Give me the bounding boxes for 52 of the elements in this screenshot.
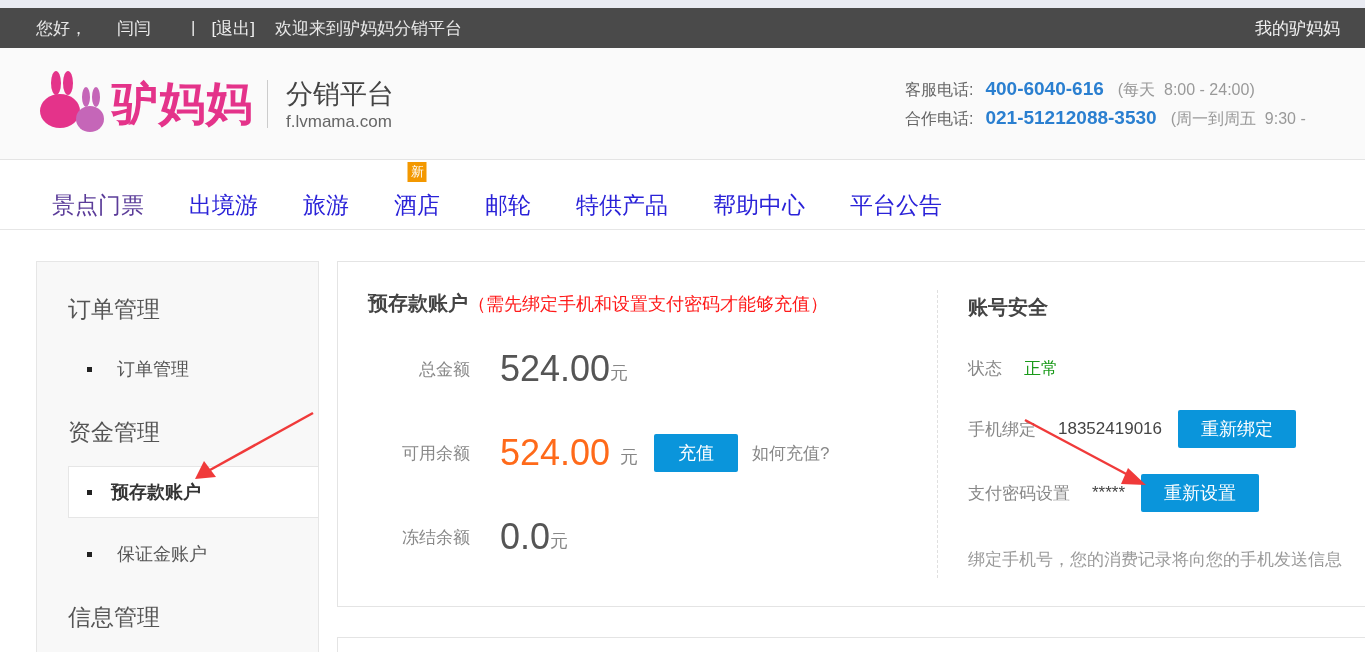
nav-link[interactable]: 旅游 [303,190,349,221]
sidebar-item[interactable]: 预存款账户 [68,466,318,518]
phone-number: 021-51212088-3530 [985,106,1157,129]
currency-unit: 元 [550,530,569,553]
nav-link[interactable]: 帮助中心 [713,190,805,221]
my-account-link[interactable]: 我的驴妈妈 [1255,16,1340,40]
sidebar-item[interactable]: 订单管理 [68,343,318,395]
balance-amount: 524.00 [500,432,611,474]
status-value: 正常 [1024,358,1058,380]
sidebar-group-title: 订单管理 [67,295,161,324]
help-link[interactable]: 如何充值? [752,441,830,465]
new-badge: 新 [407,162,427,182]
sidebar-item[interactable]: 保证金账户 [68,528,318,580]
greeting-text: 您好， [36,17,87,40]
nav-link[interactable]: 出境游 [189,190,258,221]
setting-value: 18352419016 [1058,419,1162,439]
balance-label: 可用余额 [401,442,470,465]
nav-link[interactable]: 景点门票 [52,190,144,221]
section-title: 账号安全 [968,296,1048,318]
service-hours-text: (每天 8:00 - 24:00) [1117,79,1255,100]
welcome-text: 欢迎来到驴妈妈分销平台 [274,17,462,40]
notice-text: （需先绑定手机和设置支付密码才能够充值） [468,293,828,316]
balance-amount: 0.0 [500,516,551,558]
domain-text: f.lvmama.com [286,111,393,132]
nav-link[interactable]: 邮轮 [485,190,531,221]
balance-label: 总金额 [418,358,470,381]
nav-link[interactable]: 平台公告 [850,190,942,221]
balance-label: 冻结余额 [401,526,470,549]
platform-title: 分销平台 [286,77,394,111]
sidebar-group-title: 资金管理 [67,418,161,447]
phone-label: 客服电话: [905,79,974,100]
status-label: 状态 [968,358,1002,380]
nav-link[interactable]: 酒店 [394,190,440,221]
currency-unit: 元 [620,446,639,469]
currency-unit: 元 [610,362,629,385]
bullet-icon [87,490,92,495]
setting-value: ***** [1092,483,1126,503]
balance-amount: 524.00 [500,348,611,390]
service-hours-text: (周一到周五 9:30 - [1170,108,1306,129]
logout-link[interactable]: [退出] [211,16,255,40]
nav-link[interactable]: 特供产品 [576,190,668,221]
bullet-icon [87,367,92,372]
phone-number: 400-6040-616 [985,77,1104,100]
username-link[interactable]: 闫闫 [117,16,151,40]
section-title: 预存款账户 [368,291,468,316]
phone-label: 合作电话: [905,108,974,129]
sidebar-group-title: 信息管理 [67,603,161,632]
brand-logo-text: 驴妈妈 [112,75,253,131]
setting-label: 支付密码设置 [968,482,1070,505]
separator-text: | [191,18,196,38]
bullet-icon [87,552,92,557]
hint-text: 绑定手机号，您的消费记录将向您的手机发送信息 [968,549,1343,571]
